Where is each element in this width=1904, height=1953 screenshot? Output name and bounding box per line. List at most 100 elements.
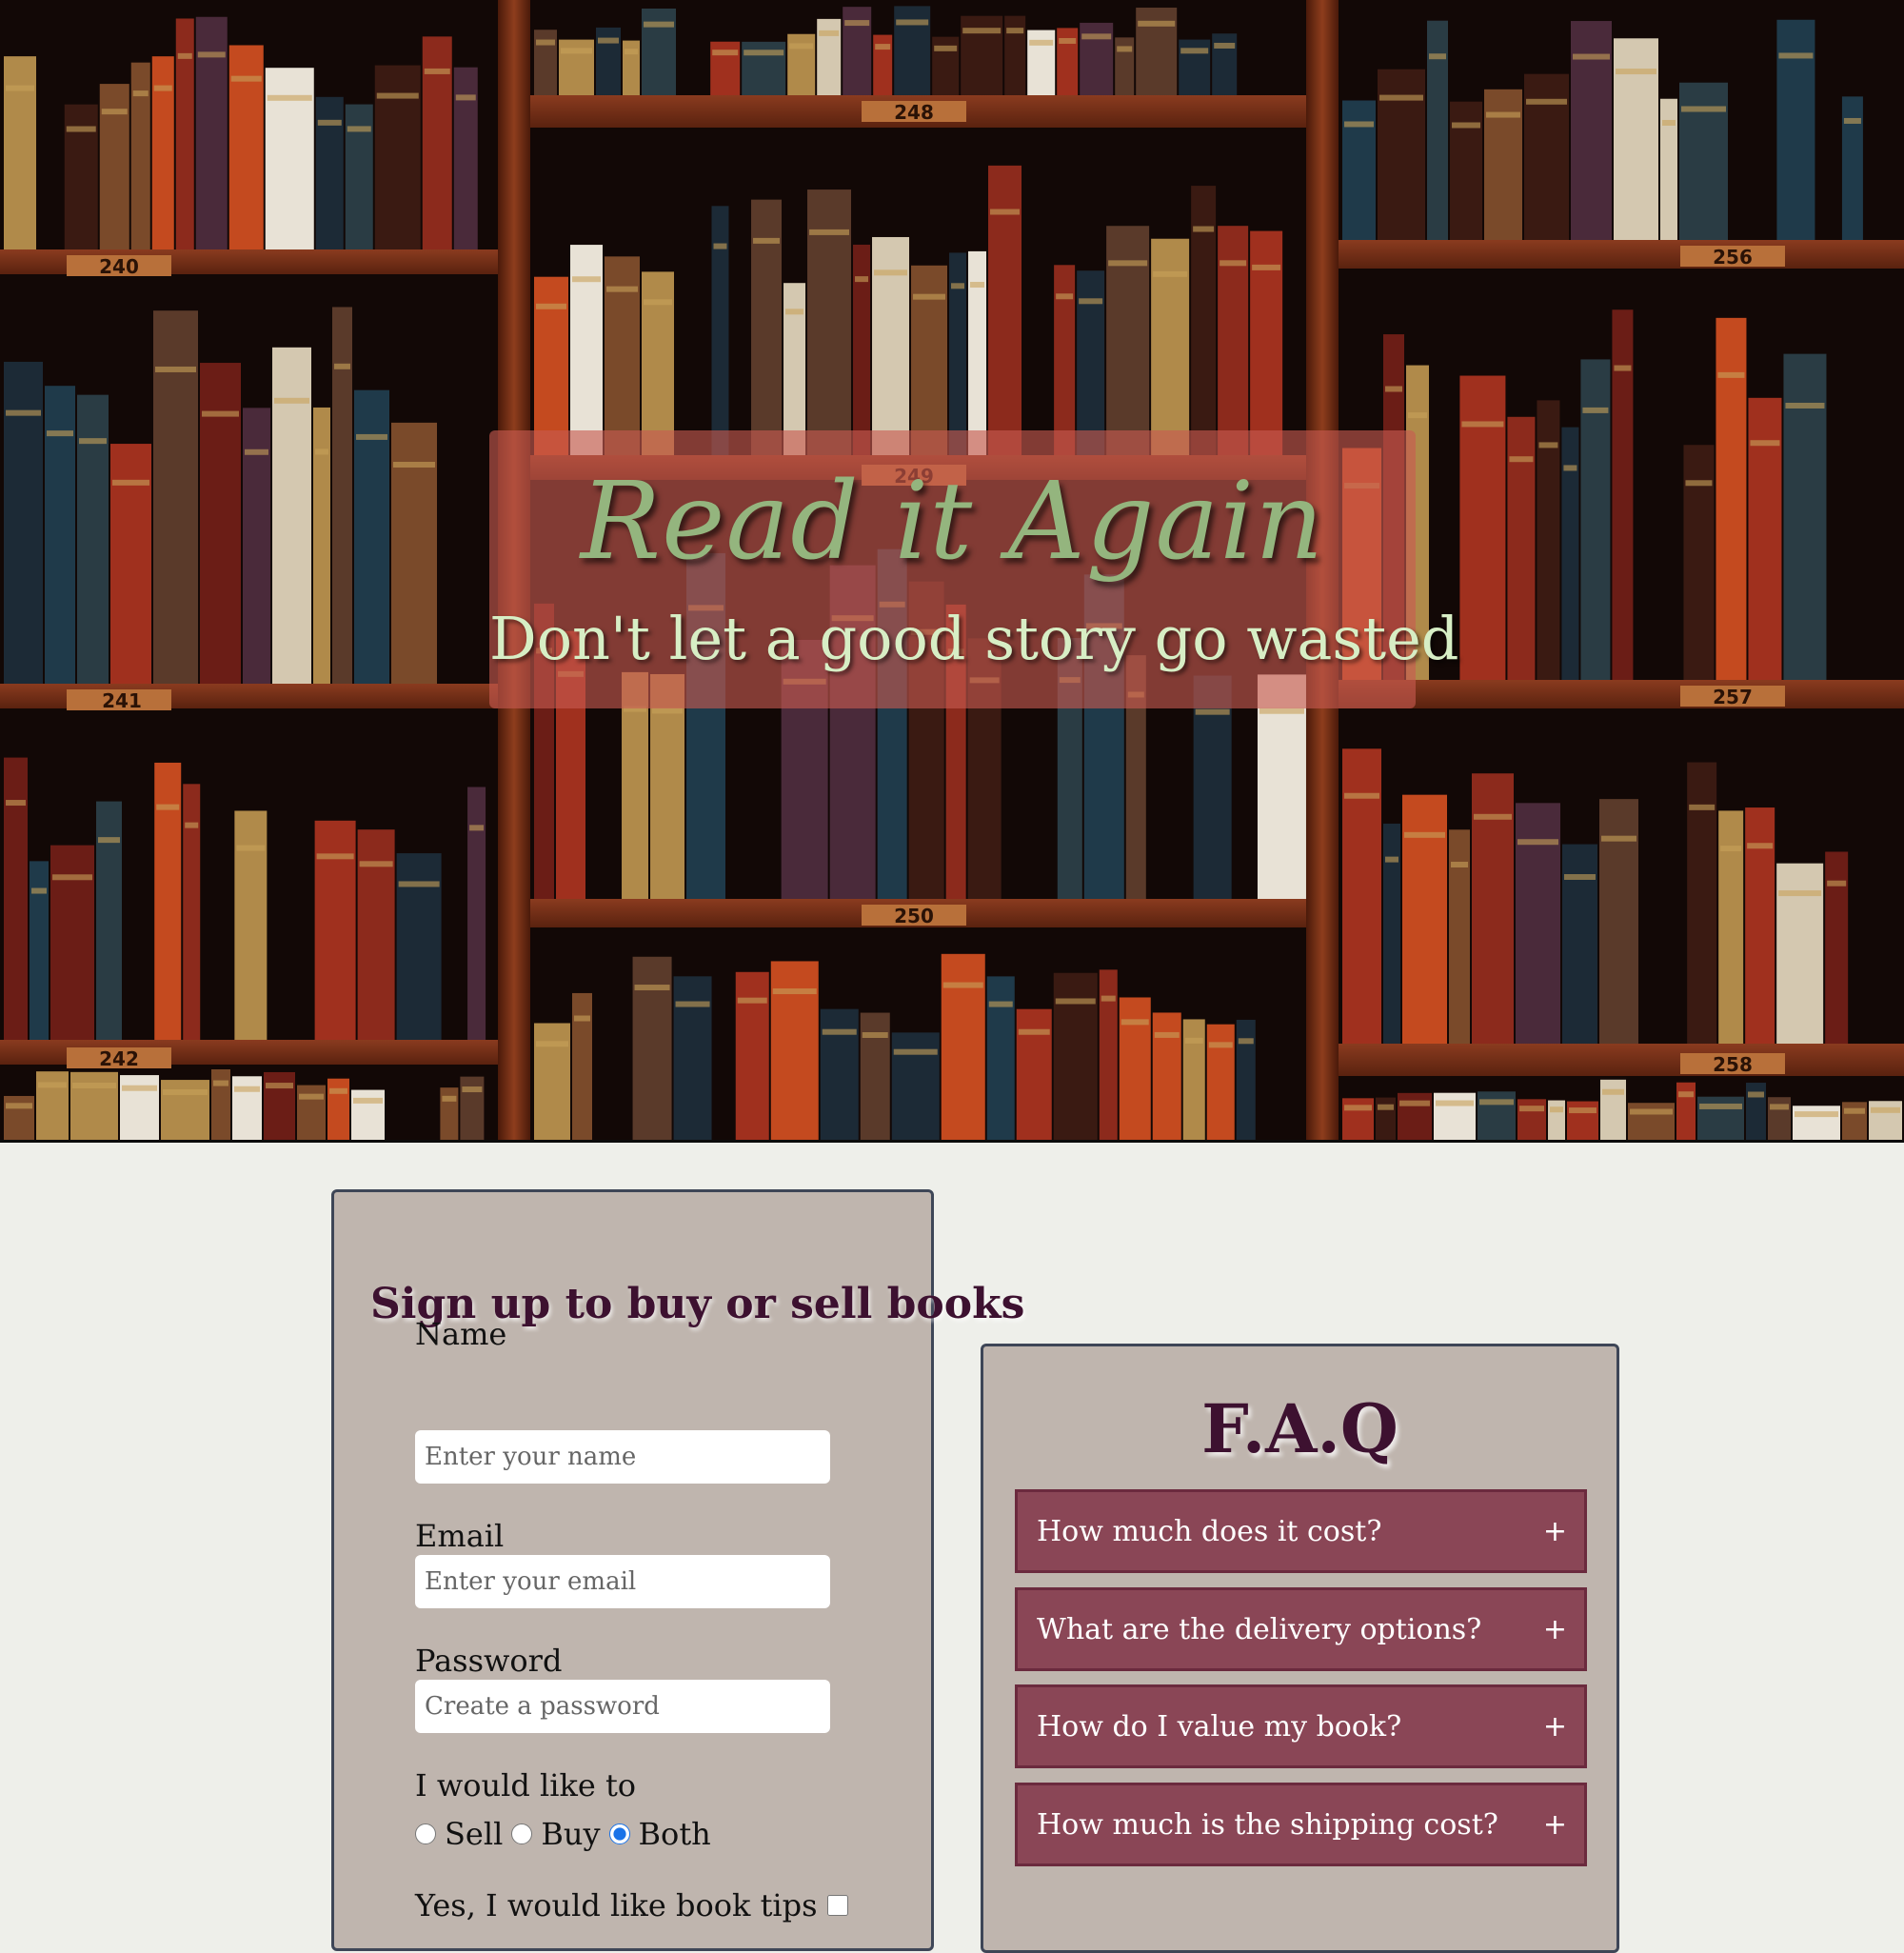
book-spine-band (1827, 880, 1847, 887)
faq-question: How much is the shipping cost? (1037, 1807, 1498, 1842)
book-spine-band (634, 985, 670, 991)
book-spine-band (1154, 1031, 1180, 1038)
book-spine-band (574, 1015, 590, 1022)
book-spine-band (625, 49, 638, 55)
book-spine-band (1059, 37, 1077, 44)
book-spine-band (1550, 1106, 1563, 1113)
book-spine-band (1006, 28, 1024, 34)
book-spine-band (1018, 1028, 1050, 1035)
book-spine-band (1569, 1107, 1597, 1114)
book-spine-band (1582, 407, 1609, 413)
signup-form-card: Sign up to buy or sell books Name Email … (331, 1189, 1024, 1951)
book-spine-band (644, 21, 674, 28)
book-spine (1516, 803, 1560, 1044)
book-spine-band (1344, 121, 1374, 128)
book-spine-band (1238, 1038, 1254, 1045)
book-spine-band (1678, 1091, 1694, 1098)
book-spine-band (101, 109, 128, 115)
book-spine-band (153, 85, 172, 91)
book-spine-band (1538, 442, 1558, 448)
book-spine-band (990, 209, 1021, 215)
book-spine-band (1385, 856, 1398, 863)
book-spine-band (1029, 39, 1054, 46)
shelf-label-248: 248 (894, 101, 934, 124)
book-spine-band (1214, 42, 1236, 49)
book-spine-band (1474, 813, 1512, 820)
book-spine-band (6, 800, 26, 807)
book-spine-band (1517, 839, 1558, 846)
book-spine-band (536, 303, 566, 309)
shelf-label-250: 250 (894, 905, 934, 927)
book-spine (1152, 1012, 1181, 1140)
book-spine-band (98, 837, 120, 844)
book-spine-band (809, 229, 850, 235)
book-spine-band (1259, 707, 1304, 714)
faq-item-shipping[interactable]: How much is the shipping cost? + (1015, 1783, 1587, 1866)
both-radio[interactable] (608, 1823, 630, 1844)
book-spine-band (737, 997, 767, 1004)
book-spine-band (274, 397, 309, 404)
book-spine-band (462, 1086, 483, 1093)
book-spine-band (1747, 843, 1774, 849)
sell-radio[interactable] (415, 1823, 436, 1844)
book-spine-band (1601, 835, 1636, 842)
faq-item-cost[interactable]: How much does it cost? + (1015, 1489, 1587, 1573)
book-spine-band (893, 1048, 938, 1055)
book-spine-band (1681, 106, 1726, 112)
book-spine-band (1662, 119, 1676, 126)
faq-item-value[interactable]: How do I value my book? + (1015, 1684, 1587, 1768)
book-spine-band (38, 1082, 67, 1088)
plus-icon[interactable]: + (1543, 1710, 1567, 1744)
book-spine-band (1871, 1106, 1900, 1113)
book-spine-band (1509, 456, 1534, 463)
book-spine-band (896, 19, 929, 26)
faq-item-delivery[interactable]: What are the delivery options? + (1015, 1587, 1587, 1671)
book-spine-band (1573, 53, 1610, 60)
book-spine-band (1778, 890, 1822, 897)
faq-heading: F.A.Q (1201, 1389, 1398, 1468)
preference-label: I would like to (415, 1767, 637, 1804)
plus-icon[interactable]: + (1543, 1613, 1567, 1646)
book-spine-band (1121, 1019, 1149, 1026)
plus-icon[interactable]: + (1543, 1515, 1567, 1548)
plus-icon[interactable]: + (1543, 1808, 1567, 1842)
book-spine-band (1795, 1111, 1838, 1118)
book-spine-band (1720, 846, 1742, 852)
book-spine-band (6, 1103, 32, 1109)
book-spine-band (79, 438, 107, 445)
book-spine-band (1778, 52, 1814, 59)
book-spine-band (52, 874, 92, 881)
book-spine-band (1184, 1037, 1203, 1044)
book-spine-band (442, 1095, 457, 1102)
book-spine-band (1252, 264, 1281, 270)
book-spine-band (155, 366, 196, 372)
book-spine (1679, 82, 1728, 240)
book-spine-band (1616, 69, 1656, 75)
faq-question: How do I value my book? (1037, 1709, 1402, 1744)
book-spine-band (334, 363, 350, 369)
email-input[interactable] (415, 1555, 830, 1608)
both-radio-label: Both (638, 1816, 711, 1852)
book-spine-band (913, 293, 946, 300)
book-spine-band (455, 94, 476, 101)
book-spine-band (1385, 386, 1402, 392)
book-spine-band (1408, 412, 1427, 419)
book-spine (1398, 1092, 1432, 1140)
book-spine-band (1699, 1103, 1742, 1109)
sell-radio-label: Sell (445, 1816, 504, 1852)
buy-radio[interactable] (511, 1823, 533, 1844)
book-spine-band (598, 37, 619, 44)
book-spine-band (1344, 1105, 1372, 1111)
book-spine-band (1602, 1088, 1624, 1095)
book-tips-checkbox[interactable] (826, 1895, 848, 1916)
name-input[interactable] (415, 1430, 830, 1484)
faq-question: How much does it cost? (1037, 1514, 1382, 1548)
book-spine-band (1138, 20, 1176, 27)
password-input[interactable] (415, 1680, 830, 1733)
book-spine (873, 34, 893, 95)
book-spine-band (822, 1028, 857, 1035)
book-spine-band (185, 822, 199, 828)
book-spine (351, 1089, 385, 1140)
book-spine-band (572, 276, 601, 283)
hero-title: Read it Again (580, 460, 1325, 584)
